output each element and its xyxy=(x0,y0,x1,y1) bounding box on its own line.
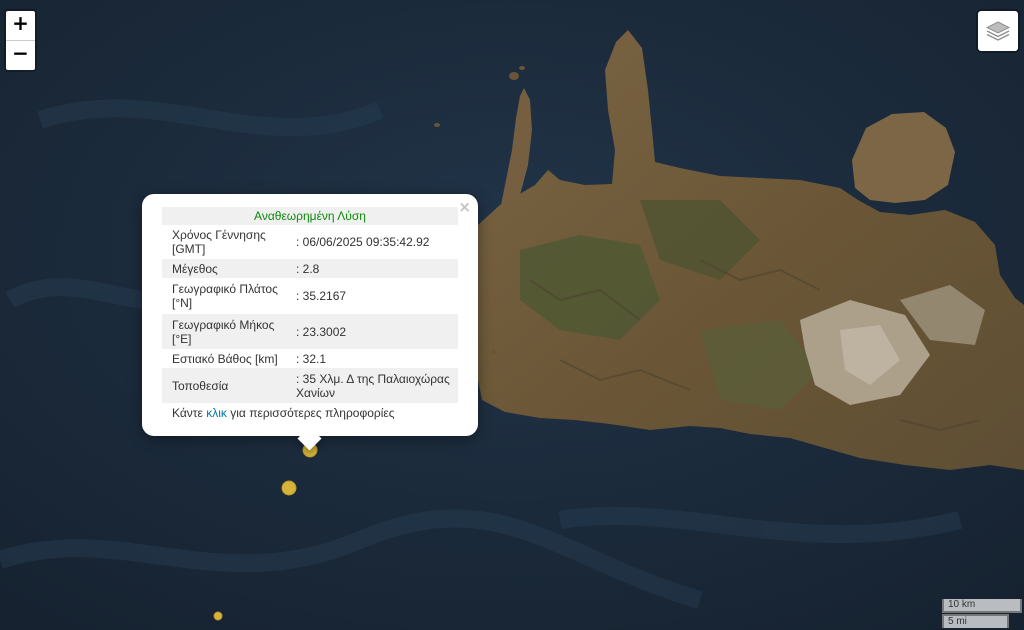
depth-value: : 32.1 xyxy=(296,351,327,366)
depth-label: Εστιακό Βάθος [km] xyxy=(172,351,278,366)
scale-metric: 10 km xyxy=(942,599,1022,613)
table-row: Χρόνος Γέννησης [GMT] : 06/06/2025 09:35… xyxy=(162,225,458,259)
table-row: Γεωγραφικό Μήκος [°E] : 23.3002 xyxy=(162,314,458,349)
table-row: Γεωγραφικό Πλάτος [°N] : 35.2167 xyxy=(162,278,458,314)
magnitude-value: : 2.8 xyxy=(296,261,320,276)
more-info-link[interactable]: κλικ xyxy=(206,406,227,420)
magnitude-label: Μέγεθος xyxy=(172,261,218,276)
origin-time-label: Χρόνος Γέννησης [GMT] xyxy=(172,228,266,256)
longitude-label: Γεωγραφικό Μήκος [°E] xyxy=(172,317,275,346)
popup-content: Αναθεωρημένη Λύση Χρόνος Γέννησης [GMT] … xyxy=(162,207,458,420)
zoom-in-button[interactable]: + xyxy=(6,11,35,40)
layers-control-button[interactable] xyxy=(976,9,1020,53)
earthquake-details-table: Χρόνος Γέννησης [GMT] : 06/06/2025 09:35… xyxy=(162,225,458,403)
earthquake-marker[interactable] xyxy=(213,611,223,621)
location-label: Τοποθεσία xyxy=(172,378,229,393)
earthquake-marker[interactable] xyxy=(281,480,297,496)
map-scale: 10 km 5 mi xyxy=(942,599,1022,628)
origin-time-value: : 06/06/2025 09:35:42.92 xyxy=(296,235,430,249)
solution-status: Αναθεωρημένη Λύση xyxy=(162,207,458,225)
table-row: Τοποθεσία : 35 Χλμ. Δ της Παλαιοχώρας Χα… xyxy=(162,368,458,403)
table-row: Μέγεθος : 2.8 xyxy=(162,259,458,278)
earthquake-popup: × Αναθεωρημένη Λύση Χρόνος Γέννησης [GMT… xyxy=(142,194,478,451)
location-value: : 35 Χλμ. Δ της Παλαιοχώρας Χανίων xyxy=(296,371,450,400)
latitude-value: : 35.2167 xyxy=(296,289,347,303)
layers-icon xyxy=(985,21,1011,41)
scale-imperial: 5 mi xyxy=(942,614,1009,628)
close-icon[interactable]: × xyxy=(458,198,471,216)
longitude-value: : 23.3002 xyxy=(296,324,347,339)
zoom-out-button[interactable]: − xyxy=(6,40,35,70)
more-info-text: Κάντε κλικ για περισσότερες πληροφορίες xyxy=(172,406,395,420)
table-row: Εστιακό Βάθος [km] : 32.1 xyxy=(162,349,458,368)
zoom-control: + − xyxy=(4,9,37,72)
latitude-label: Γεωγραφικό Πλάτος [°N] xyxy=(172,282,278,310)
